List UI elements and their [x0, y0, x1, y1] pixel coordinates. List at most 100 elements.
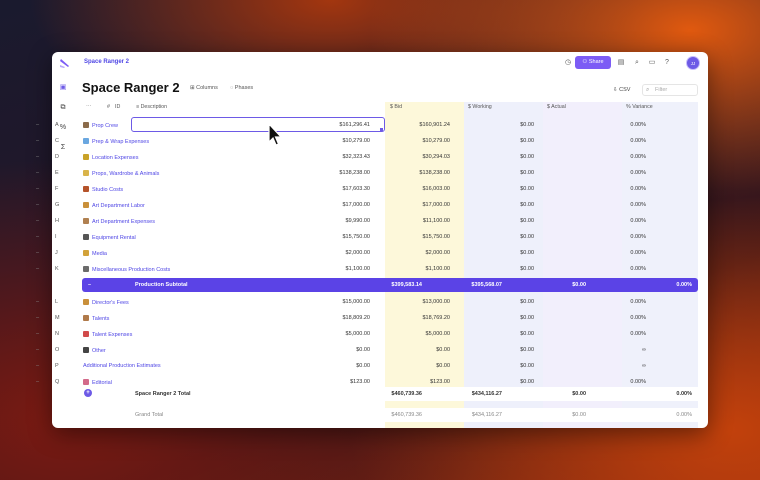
row-id-text: D — [55, 154, 59, 160]
row-description[interactable]: Talents — [83, 315, 109, 322]
subtotal-variance: 0.00% — [676, 282, 692, 288]
breadcrumb[interactable]: Space Ranger 2 — [84, 59, 129, 65]
category-icon — [83, 379, 89, 385]
budget-icon[interactable]: ▣ — [58, 83, 68, 93]
row-bid: $123.00 — [350, 379, 370, 385]
row-variance-text: 0.00% — [630, 122, 646, 128]
row-id: L — [55, 299, 58, 305]
sheet-icon[interactable]: ▤ — [616, 58, 626, 68]
row-id-text: P — [55, 363, 59, 369]
table-row[interactable]: – M Talents $18,809.20 $18,769.20 $0.00 0.00% — [30, 310, 646, 326]
table-row[interactable]: – C Prep & Wrap Expenses $10,279.00 $10,279.… — [30, 133, 646, 149]
row-actual: $0.00 — [520, 186, 534, 192]
phases-label: Phases — [234, 85, 254, 91]
help-icon[interactable]: ? — [662, 58, 672, 68]
row-actual-text: $0.00 — [520, 315, 534, 321]
table-row[interactable]: – P Additional Production Estimates $0.00 $0… — [30, 358, 646, 374]
table-row[interactable]: – D Location Expenses $32,323.43 $30,294.03 $… — [30, 149, 646, 165]
row-description[interactable]: Studio Costs — [83, 186, 123, 193]
table-row[interactable]: – H Art Department Expenses $9,990.00 $11,10… — [30, 213, 646, 229]
table-row[interactable]: – G Art Department Labor $17,000.00 $17,000.… — [30, 197, 646, 213]
row-dash-text: – — [36, 379, 40, 385]
add-row-icon[interactable]: + — [84, 389, 92, 397]
row-actual-text: $0.00 — [520, 186, 534, 192]
col-header-actual[interactable]: $ Actual — [547, 104, 566, 110]
app-logo-icon[interactable] — [59, 57, 71, 69]
row-working: $30,294.03 — [422, 154, 450, 160]
row-working-text: $10,279.00 — [422, 138, 450, 144]
col-header-working[interactable]: $ Working — [468, 104, 492, 110]
row-description[interactable]: Other — [83, 347, 106, 354]
production-subtotal-row[interactable]: – Production Subtotal $399,583.14 $395,5… — [82, 278, 698, 292]
avatar[interactable]: JJ — [686, 56, 700, 70]
row-dash: – — [36, 315, 39, 321]
col-header-variance[interactable]: % Variance — [626, 104, 653, 110]
filter-input[interactable]: Filter — [642, 84, 698, 96]
row-bid: $17,603.30 — [342, 186, 370, 192]
csv-export-button[interactable]: ⇩ CSV — [613, 87, 630, 93]
row-description[interactable]: Talent Expenses — [83, 331, 132, 338]
row-description[interactable]: Editorial — [83, 379, 112, 386]
row-dash: – — [36, 347, 39, 353]
row-bid-text: $0.00 — [356, 363, 370, 369]
row-description[interactable]: Prop Crew — [83, 122, 118, 129]
columns-button[interactable]: ⊞ Columns — [190, 85, 218, 91]
row-description[interactable]: Location Expenses — [83, 154, 138, 161]
table-row[interactable]: – J Media $2,000.00 $2,000.00 $0.00 0.00% — [30, 245, 646, 261]
row-dash: – — [36, 379, 39, 385]
row-id-text: A — [55, 122, 59, 128]
table-row[interactable]: – O Other $0.00 $0.00 $0.00 ∞ — [30, 342, 646, 358]
col-variance-label: Variance — [632, 104, 653, 110]
table-row[interactable]: – F Studio Costs $17,603.30 $16,003.00 $0.00 0… — [30, 181, 646, 197]
description-edit-field[interactable] — [131, 117, 385, 132]
row-dash-text: – — [36, 218, 40, 224]
table-row[interactable]: – E Props, Wardrobe & Animals $138,238.00 $1… — [30, 165, 646, 181]
row-variance: 0.00% — [586, 331, 646, 337]
row-bid-text: $10,279.00 — [342, 138, 370, 144]
row-description-text: Talents — [92, 316, 110, 322]
row-description[interactable]: Props, Wardrobe & Animals — [83, 170, 159, 177]
row-bid-text: $5,000.00 — [345, 331, 370, 337]
row-working-text: $11,100.00 — [422, 218, 450, 224]
row-description[interactable]: Art Department Expenses — [83, 218, 155, 225]
row-description-text: Equipment Rental — [92, 235, 136, 241]
row-description[interactable]: Prep & Wrap Expenses — [83, 138, 149, 145]
comment-icon[interactable]: ▭ — [647, 58, 657, 68]
row-variance-text: 0.00% — [630, 186, 646, 192]
history-icon[interactable]: ◷ — [563, 58, 573, 68]
row-description[interactable]: Art Department Labor — [83, 202, 145, 209]
row-id: Q — [55, 379, 59, 385]
table-row[interactable]: – L Director's Fees $15,000.00 $13,000.00 $0.… — [30, 294, 646, 310]
search-icon[interactable]: ⌕ — [632, 58, 642, 68]
share-button[interactable]: ⚇ Share — [575, 56, 611, 69]
resize-handle[interactable] — [380, 128, 383, 131]
row-description[interactable]: Media — [83, 250, 107, 257]
category-icon — [83, 266, 89, 272]
col-header-id[interactable]: ID — [115, 104, 120, 110]
phases-button[interactable]: ◌ Phases — [230, 85, 253, 91]
row-description[interactable]: Miscellaneous Production Costs — [83, 266, 170, 273]
col-header-num[interactable]: # — [107, 104, 110, 110]
row-description-text: Miscellaneous Production Costs — [92, 267, 171, 273]
row-description-text: Prop Crew — [92, 123, 118, 129]
total-working: $434,116.27 — [471, 391, 502, 397]
table-row[interactable]: – N Talent Expenses $5,000.00 $5,000.00 $0.00… — [30, 326, 646, 342]
row-working: $5,000.00 — [426, 331, 450, 337]
row-variance-text: 0.00% — [630, 234, 646, 240]
layers-icon[interactable]: ⧉ — [58, 103, 68, 113]
table-row[interactable]: – K Miscellaneous Production Costs $1,100.0… — [30, 261, 646, 277]
row-description[interactable]: Equipment Rental — [83, 234, 136, 241]
row-actual: $0.00 — [520, 250, 534, 256]
col-header-menu[interactable]: ⋯ — [86, 104, 91, 110]
row-description[interactable]: Additional Production Estimates — [83, 363, 161, 369]
table-row[interactable]: – I Equipment Rental $15,750.00 $15,750.00 $0… — [30, 229, 646, 245]
row-variance: 0.00% — [586, 154, 646, 160]
row-variance: 0.00% — [586, 299, 646, 305]
subtotal-bid: $399,583.14 — [391, 282, 422, 288]
row-actual: $0.00 — [520, 266, 534, 272]
row-working: $17,000.00 — [422, 202, 450, 208]
col-header-description[interactable]: ≡ Description — [136, 104, 167, 110]
row-description[interactable]: Director's Fees — [83, 299, 129, 306]
col-header-bid[interactable]: $ Bid — [390, 104, 402, 110]
grand-variance: 0.00% — [676, 412, 692, 418]
